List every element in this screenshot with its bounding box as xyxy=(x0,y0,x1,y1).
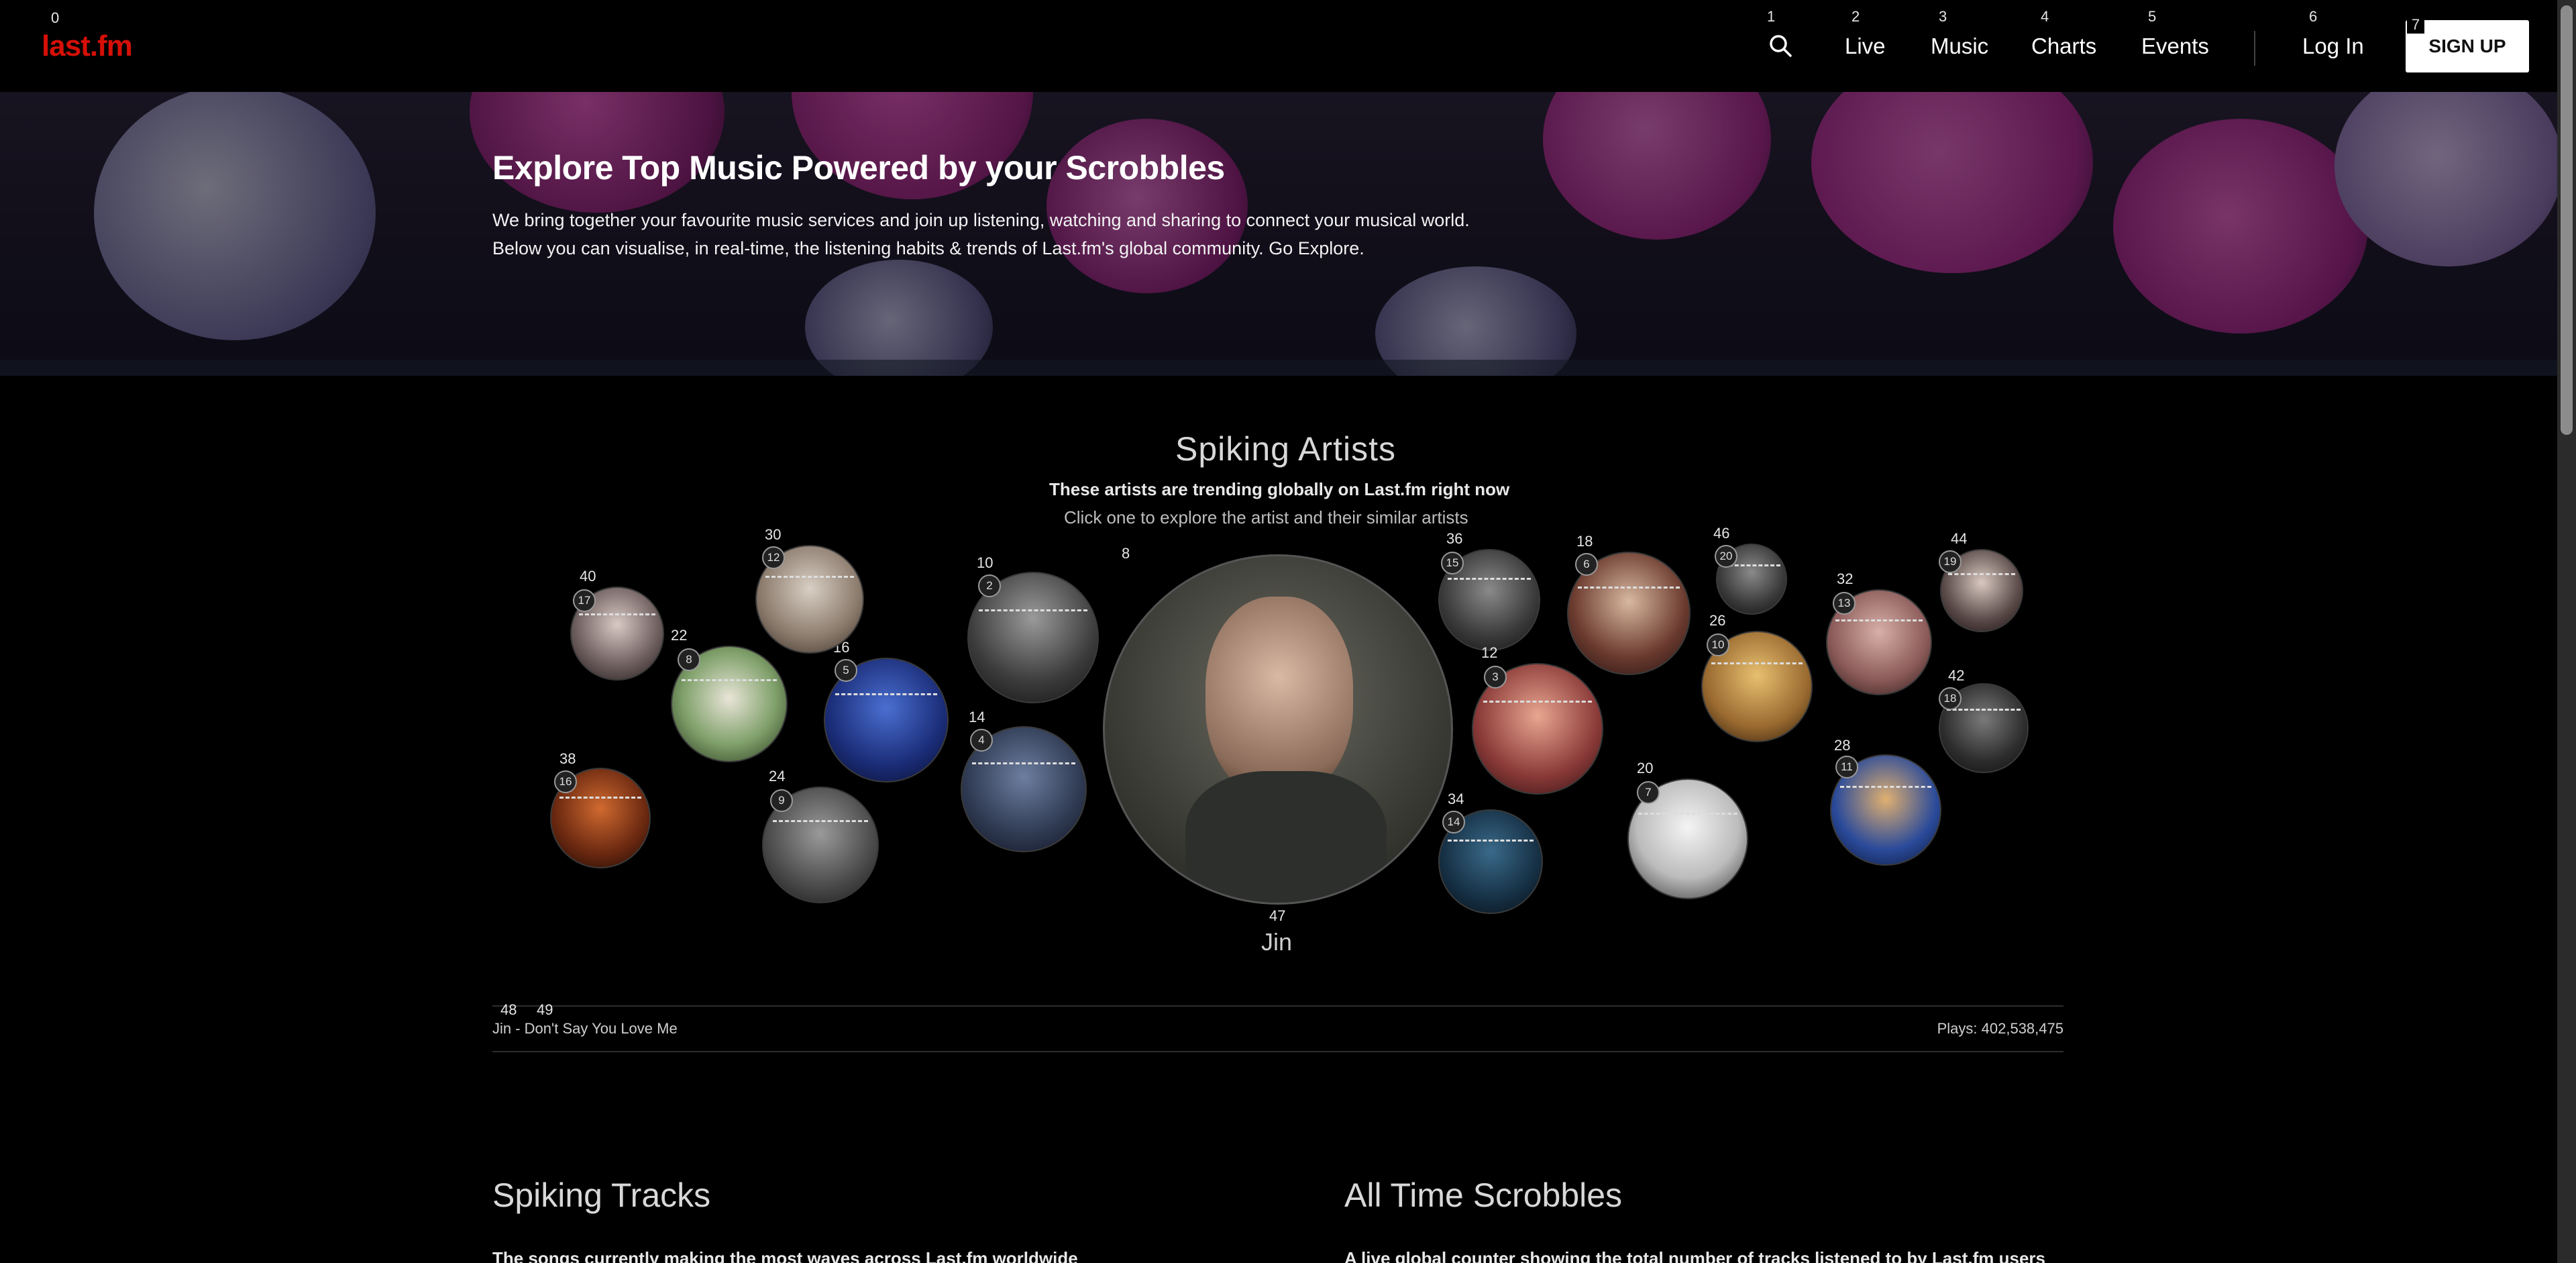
bubble-tag-14: 14 xyxy=(969,709,985,725)
bubble-tag-10: 10 xyxy=(977,554,994,571)
spiking-artists-subtitle: These artists are trending globally on L… xyxy=(1049,479,1510,499)
bubble-tag-48: 48 xyxy=(500,1001,517,1018)
scrollbar-thumb[interactable] xyxy=(2561,5,2573,435)
bubble-tag-49: 49 xyxy=(537,1001,553,1018)
nav-events[interactable]: Events xyxy=(2141,35,2209,57)
hero-title: Explore Top Music Powered by your Scrobb… xyxy=(492,149,1225,187)
bubble-tag-26: 26 xyxy=(1709,612,1726,629)
hero-description: We bring together your favourite music s… xyxy=(492,206,1539,262)
all-time-scrobbles-subtitle: A live global counter showing the total … xyxy=(1344,1248,2045,1263)
rank-badge: 19 xyxy=(1939,550,1962,573)
spiking-artists-title: Spiking Artists xyxy=(1175,430,1397,468)
rank-badge: 15 xyxy=(1441,552,1464,574)
bubble-tag-44: 44 xyxy=(1951,530,1968,547)
top-navigation: 0 last.fm 1 2 Live 3 Music 4 Charts 5 Ev… xyxy=(0,0,2557,92)
nav-charts[interactable]: Charts xyxy=(2031,35,2096,57)
hero-bottom-strip xyxy=(0,360,2557,376)
bubble-tag-32: 32 xyxy=(1837,570,1854,587)
rank-badge: 4 xyxy=(970,729,993,752)
rank-badge: 8 xyxy=(678,648,700,671)
nav-music[interactable]: Music xyxy=(1931,35,1988,57)
rank-badge: 16 xyxy=(554,770,577,793)
rank-badge: 10 xyxy=(1707,634,1729,656)
login-link[interactable]: Log In xyxy=(2302,35,2364,57)
rank-badge: 13 xyxy=(1833,592,1856,615)
bubble-tag-42: 42 xyxy=(1948,667,1965,684)
rank-badge: 5 xyxy=(835,659,857,682)
rank-badge: 9 xyxy=(770,789,793,812)
spiking-tracks-title: Spiking Tracks xyxy=(492,1176,711,1214)
element-tag-7: 7 xyxy=(2407,16,2424,34)
rank-badge: 12 xyxy=(762,546,785,569)
rank-badge: 3 xyxy=(1484,666,1507,689)
element-tag-2: 2 xyxy=(1851,8,1860,25)
artist-bubble-jin[interactable] xyxy=(1103,554,1453,905)
bubble-tag-38: 38 xyxy=(559,750,576,767)
bubble-tag-30: 30 xyxy=(765,526,782,543)
element-tag-3: 3 xyxy=(1939,8,1947,25)
bubble-tag-46: 46 xyxy=(1713,525,1730,542)
rank-badge: 17 xyxy=(573,589,596,612)
page: 0 last.fm 1 2 Live 3 Music 4 Charts 5 Ev… xyxy=(0,0,2576,1263)
spiking-artists-note: Click one to explore the artist and thei… xyxy=(1064,507,1468,527)
element-tag-0: 0 xyxy=(51,9,60,26)
element-tag-1: 1 xyxy=(1767,8,1776,25)
element-tag-5: 5 xyxy=(2148,8,2157,25)
rank-badge: 14 xyxy=(1442,811,1465,833)
bubble-tag-47: 47 xyxy=(1269,907,1286,924)
hero-text-line-2: Below you can visualise, in real-time, t… xyxy=(492,238,1364,258)
all-time-scrobbles-title: All Time Scrobbles xyxy=(1344,1176,1623,1214)
track-divider-bottom xyxy=(492,1051,2063,1052)
bubble-tag-36: 36 xyxy=(1446,530,1463,547)
search-icon[interactable] xyxy=(1767,32,1794,59)
rank-badge: 7 xyxy=(1637,781,1660,804)
element-tag-4: 4 xyxy=(2041,8,2049,25)
bubble-tag-8: 8 xyxy=(1122,545,1130,562)
bubble-tag-22: 22 xyxy=(671,627,688,644)
bubble-tag-24: 24 xyxy=(769,768,786,785)
now-playing-track[interactable]: Jin - Don't Say You Love Me xyxy=(492,1020,678,1038)
nav-divider xyxy=(2254,31,2255,66)
lastfm-logo[interactable]: last.fm xyxy=(42,30,133,63)
element-tag-6: 6 xyxy=(2309,8,2318,25)
rank-badge: 20 xyxy=(1715,545,1737,568)
rank-badge: 2 xyxy=(978,574,1001,597)
bubble-tag-20: 20 xyxy=(1637,760,1654,776)
rank-badge: 11 xyxy=(1835,756,1858,778)
nav-live[interactable]: Live xyxy=(1845,35,1886,57)
rank-badge: 18 xyxy=(1939,687,1962,710)
spiking-tracks-subtitle: The songs currently making the most wave… xyxy=(492,1248,1078,1263)
rank-badge: 6 xyxy=(1575,553,1598,576)
bubble-tag-40: 40 xyxy=(580,568,596,585)
track-divider-top xyxy=(492,1005,2063,1007)
bubble-tag-34: 34 xyxy=(1448,791,1464,807)
selected-artist-name: Jin xyxy=(1261,928,1293,956)
bubble-tag-18: 18 xyxy=(1576,533,1593,550)
bubble-tag-12: 12 xyxy=(1481,644,1498,661)
hero-text-line-1: We bring together your favourite music s… xyxy=(492,210,1470,230)
play-count: Plays: 402,538,475 xyxy=(1937,1020,2063,1037)
hero-banner: Explore Top Music Powered by your Scrobb… xyxy=(0,92,2557,376)
bubble-tag-28: 28 xyxy=(1834,737,1851,754)
